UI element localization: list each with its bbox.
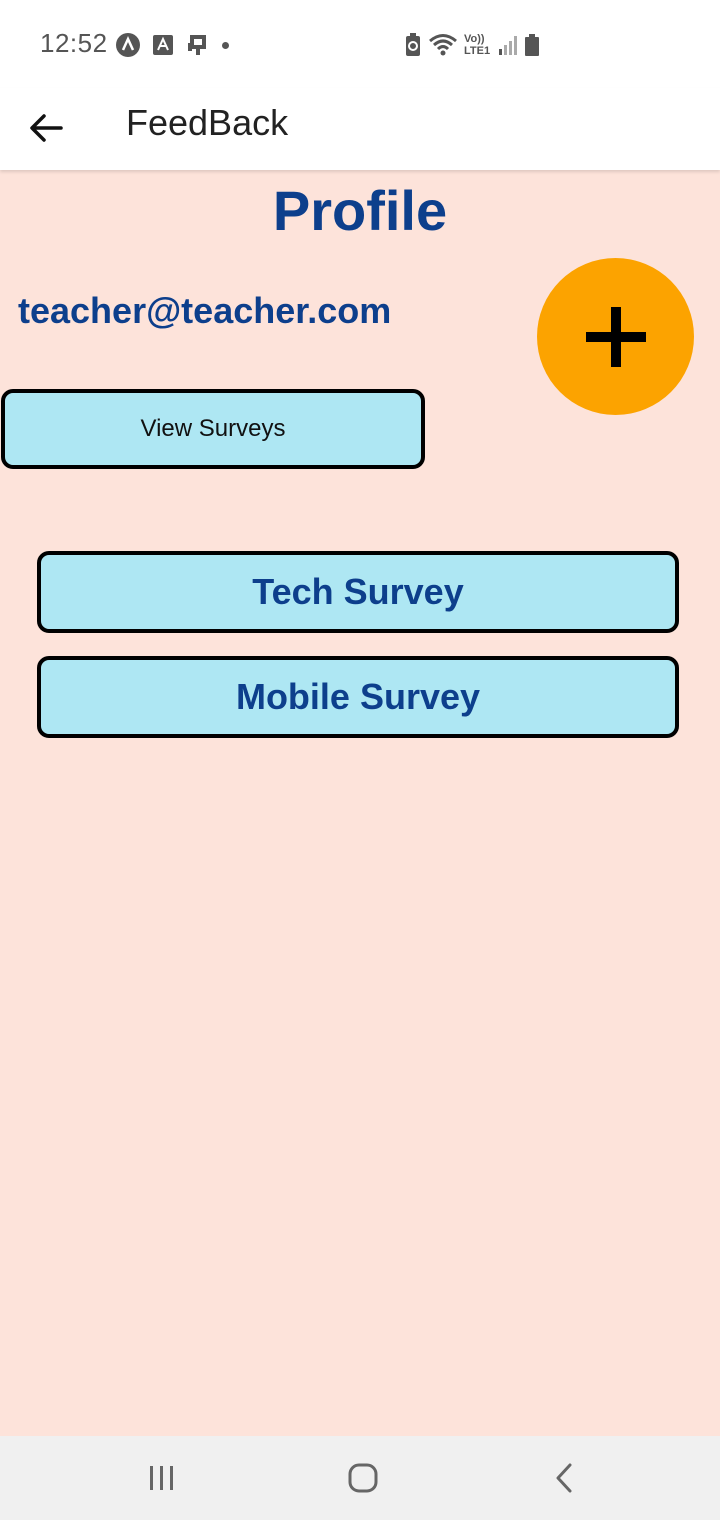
accessibility-icon [116,33,140,57]
signal-icon [499,36,517,55]
back-button[interactable] [22,104,70,152]
status-icons-left [116,32,229,58]
plus-icon [585,306,646,367]
home-button[interactable] [339,1454,387,1502]
status-time: 12:52 [40,28,108,58]
wifi-icon [429,34,457,56]
back-icon [556,1463,572,1493]
survey-item-tech[interactable]: Tech Survey [37,551,679,633]
page-title: Profile [272,179,448,242]
network-label: Vo)) LTE1 [464,33,491,57]
app-title: FeedBack [126,102,289,143]
translate-icon [153,35,173,55]
recent-apps-button[interactable] [138,1454,186,1502]
notification-dot-icon [222,41,229,49]
status-bar: 12:52 Vo)) LTE1 [0,0,720,88]
add-survey-button[interactable] [537,258,694,415]
user-email: teacher@teacher.com [18,290,392,331]
nav-back-button[interactable] [540,1454,588,1502]
battery-icon [525,34,539,56]
home-icon [348,1463,378,1493]
status-icons-right: Vo)) LTE1 [404,32,540,58]
battery-saver-icon [406,33,420,56]
system-nav-bar [0,1436,720,1520]
recent-apps-icon [150,1466,173,1490]
cast-icon [188,35,206,55]
view-surveys-button[interactable]: View Surveys [1,389,425,469]
arrow-left-icon [30,114,63,142]
app-bar: FeedBack [0,88,720,170]
survey-item-mobile[interactable]: Mobile Survey [37,656,679,738]
